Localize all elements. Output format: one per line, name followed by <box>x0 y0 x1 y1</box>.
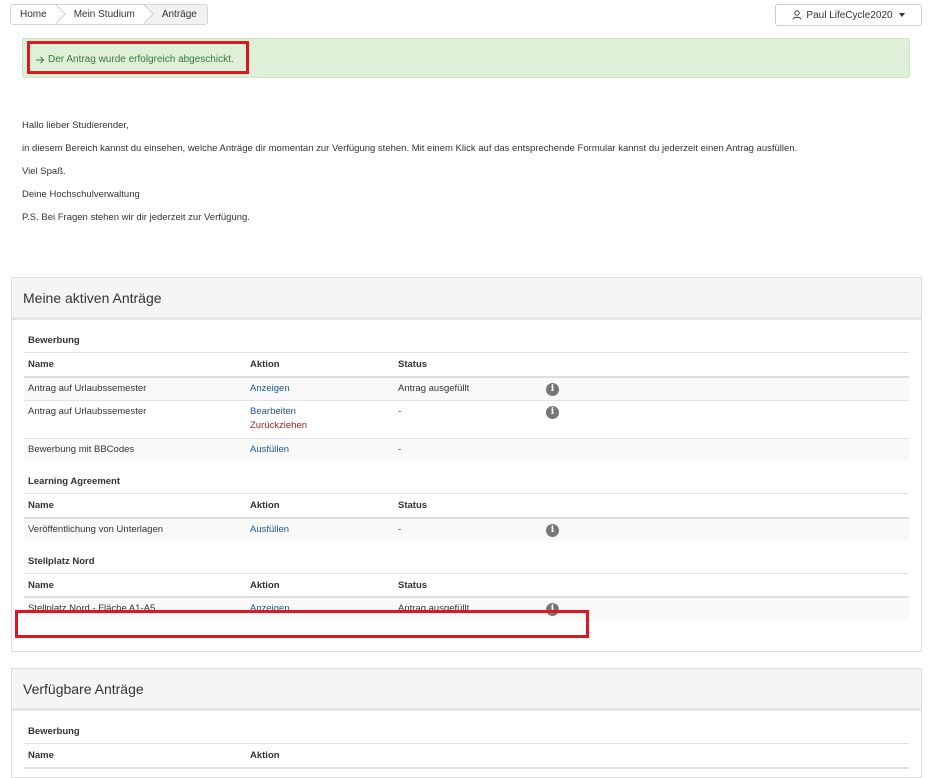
breadcrumb-mein-studium[interactable]: Mein Studium <box>57 5 145 24</box>
arrow-right-icon <box>36 56 45 63</box>
info-icon[interactable]: i <box>546 382 559 396</box>
column-header-aktion: Aktion <box>246 743 909 769</box>
group-title: Learning Agreement <box>28 476 121 487</box>
panel-title: Verfügbare Anträge <box>12 669 921 711</box>
application-name: Bewerbung mit BBCodes <box>24 437 246 461</box>
column-header-name: Name <box>24 743 246 769</box>
anzeigen-link[interactable]: Anzeigen <box>250 383 290 394</box>
ausfuellen-link[interactable]: Ausfüllen <box>250 444 289 455</box>
table-row: Bewerbung mit BBCodes Ausfüllen - <box>24 437 909 461</box>
column-header-info <box>542 352 909 378</box>
alert-message: Der Antrag wurde erfolgreich abgeschickt… <box>48 54 234 65</box>
application-status: - <box>394 437 542 461</box>
applications-table: Name Aktion Status Veröffentlichung von … <box>24 493 909 541</box>
breadcrumb: Home Mein Studium Anträge <box>10 4 208 25</box>
group-title: Bewerbung <box>28 335 80 346</box>
column-header-status: Status <box>394 493 542 519</box>
application-name: Veröffentlichung von Unterlagen <box>24 517 246 541</box>
application-status: - <box>394 399 542 438</box>
table-row: Antrag auf Urlaubssemester Bearbeiten Zu… <box>24 399 909 438</box>
user-icon <box>792 10 802 20</box>
caret-down-icon <box>898 13 905 17</box>
success-alert: Der Antrag wurde erfolgreich abgeschickt… <box>22 38 910 78</box>
application-name: Stellplatz Nord - Fläche A1-A5 <box>24 596 246 620</box>
application-status: - <box>394 517 542 541</box>
info-icon[interactable]: i <box>546 405 559 419</box>
intro-line: in diesem Bereich kannst du einsehen, we… <box>22 143 798 154</box>
table-row: Antrag auf Urlaubssemester Anzeigen Antr… <box>24 376 909 400</box>
anzeigen-link[interactable]: Anzeigen <box>250 603 290 614</box>
breadcrumb-home[interactable]: Home <box>11 5 57 24</box>
bearbeiten-link[interactable]: Bearbeiten <box>250 406 296 417</box>
applications-table: Name Aktion <box>24 743 909 769</box>
group-title: Stellplatz Nord <box>28 555 95 567</box>
available-applications-panel: Verfügbare Anträge Bewerbung Name Aktion <box>11 668 922 778</box>
column-header-aktion: Aktion <box>246 572 394 598</box>
ausfuellen-link[interactable]: Ausfüllen <box>250 524 289 535</box>
application-status: Antrag ausgefüllt <box>394 596 542 620</box>
column-header-aktion: Aktion <box>246 493 394 519</box>
table-row: Stellplatz Nord - Fläche A1-A5 Anzeigen … <box>24 596 909 620</box>
table-row: Veröffentlichung von Unterlagen Ausfülle… <box>24 517 909 541</box>
info-icon[interactable]: i <box>546 603 559 616</box>
column-header-status: Status <box>394 572 542 598</box>
column-header-name: Name <box>24 572 246 598</box>
column-header-info <box>542 493 909 519</box>
column-header-status: Status <box>394 352 542 378</box>
panel-title: Meine aktiven Anträge <box>12 278 921 320</box>
applications-table: Name Aktion Status Antrag auf Urlaubssem… <box>24 352 909 461</box>
user-name: Paul LifeCycle2020 <box>806 9 893 21</box>
group-title: Bewerbung <box>28 726 80 737</box>
intro-text: Hallo lieber Studierender, in diesem Ber… <box>22 120 922 235</box>
application-status: Antrag ausgefüllt <box>394 376 542 400</box>
zurueckziehen-link[interactable]: Zurückziehen <box>250 420 390 431</box>
intro-line: Hallo lieber Studierender, <box>22 120 129 131</box>
application-name: Antrag auf Urlaubssemester <box>24 399 246 438</box>
column-header-name: Name <box>24 352 246 378</box>
column-header-aktion: Aktion <box>246 352 394 378</box>
info-icon[interactable]: i <box>546 523 559 537</box>
intro-line: Viel Spaß. <box>22 166 66 177</box>
intro-line: Deine Hochschulverwaltung <box>22 189 140 200</box>
user-menu-button[interactable]: Paul LifeCycle2020 <box>775 4 922 26</box>
application-name: Antrag auf Urlaubssemester <box>24 376 246 400</box>
column-header-name: Name <box>24 493 246 519</box>
active-applications-panel: Meine aktiven Anträge Bewerbung Name Akt… <box>11 277 922 652</box>
breadcrumb-antraege: Anträge <box>144 5 207 24</box>
applications-table: Name Aktion Status Stellplatz Nord - Flä… <box>24 572 909 620</box>
column-header-info <box>542 572 909 598</box>
intro-line: P.S. Bei Fragen stehen wir dir jederzeit… <box>22 212 250 223</box>
